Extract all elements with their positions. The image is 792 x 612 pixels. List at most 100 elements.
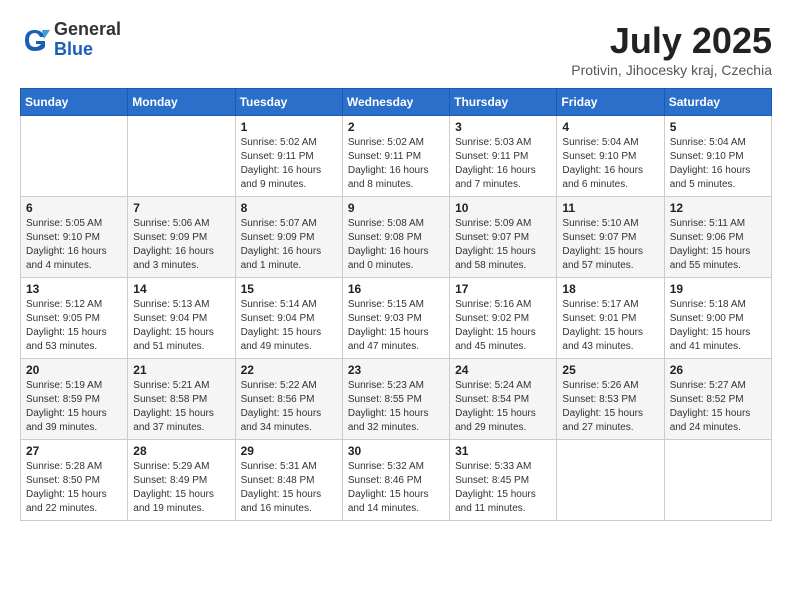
calendar-cell [557,440,664,521]
calendar-cell: 16 Sunrise: 5:15 AM Sunset: 9:03 PM Dayli… [342,278,449,359]
calendar-table: SundayMondayTuesdayWednesdayThursdayFrid… [20,88,772,521]
day-info: Sunrise: 5:22 AM Sunset: 8:56 PM Dayligh… [241,379,337,435]
day-info: Sunrise: 5:05 AM Sunset: 9:10 PM Dayligh… [26,217,122,273]
day-info: Sunrise: 5:08 AM Sunset: 9:08 PM Dayligh… [348,217,444,273]
day-info: Sunrise: 5:16 AM Sunset: 9:02 PM Dayligh… [455,298,551,354]
calendar-cell: 27Sunrise: 5:28 AM Sunset: 8:50 PM Dayli… [21,440,128,521]
day-info: Sunrise: 5:27 AM Sunset: 8:52 PM Dayligh… [670,379,766,435]
day-number: 19 [670,282,766,296]
logo-icon [20,25,50,55]
day-number: 20 [26,363,122,377]
day-info: Sunrise: 5:06 AM Sunset: 9:09 PM Dayligh… [133,217,229,273]
day-number: 22 [241,363,337,377]
column-header-sunday: Sunday [21,89,128,116]
day-info: Sunrise: 5:04 AM Sunset: 9:10 PM Dayligh… [670,136,766,192]
location-title: Protivin, Jihocesky kraj, Czechia [571,62,772,78]
calendar-cell: 3Sunrise: 5:03 AM Sunset: 9:11 PM Daylig… [450,116,557,197]
day-number: 1 [241,120,337,134]
calendar-cell: 12 Sunrise: 5:11 AM Sunset: 9:06 PM Dayli… [664,197,771,278]
day-number: 30 [348,444,444,458]
calendar-cell: 30 Sunrise: 5:32 AM Sunset: 8:46 PM Dayli… [342,440,449,521]
day-number: 29 [241,444,337,458]
day-info: Sunrise: 5:23 AM Sunset: 8:55 PM Dayligh… [348,379,444,435]
day-number: 24 [455,363,551,377]
day-info: Sunrise: 5:03 AM Sunset: 9:11 PM Dayligh… [455,136,551,192]
calendar-cell: 6 Sunrise: 5:05 AM Sunset: 9:10 PM Daylig… [21,197,128,278]
day-info: Sunrise: 5:09 AM Sunset: 9:07 PM Dayligh… [455,217,551,273]
day-number: 14 [133,282,229,296]
calendar-cell [21,116,128,197]
day-number: 2 [348,120,444,134]
day-info: Sunrise: 5:11 AM Sunset: 9:06 PM Dayligh… [670,217,766,273]
day-number: 18 [562,282,658,296]
column-header-thursday: Thursday [450,89,557,116]
day-info: Sunrise: 5:29 AM Sunset: 8:49 PM Dayligh… [133,460,229,516]
calendar-cell [128,116,235,197]
calendar-cell: 22 Sunrise: 5:22 AM Sunset: 8:56 PM Dayli… [235,359,342,440]
column-header-friday: Friday [557,89,664,116]
day-number: 6 [26,201,122,215]
column-header-tuesday: Tuesday [235,89,342,116]
calendar-cell: 2 Sunrise: 5:02 AM Sunset: 9:11 PM Daylig… [342,116,449,197]
calendar-cell: 9 Sunrise: 5:08 AM Sunset: 9:08 PM Daylig… [342,197,449,278]
day-number: 4 [562,120,658,134]
day-info: Sunrise: 5:02 AM Sunset: 9:11 PM Dayligh… [348,136,444,192]
calendar-cell: 18Sunrise: 5:17 AM Sunset: 9:01 PM Dayli… [557,278,664,359]
day-number: 13 [26,282,122,296]
day-info: Sunrise: 5:12 AM Sunset: 9:05 PM Dayligh… [26,298,122,354]
day-info: Sunrise: 5:10 AM Sunset: 9:07 PM Dayligh… [562,217,658,273]
calendar-cell: 23 Sunrise: 5:23 AM Sunset: 8:55 PM Dayli… [342,359,449,440]
day-number: 23 [348,363,444,377]
calendar-cell: 24Sunrise: 5:24 AM Sunset: 8:54 PM Dayli… [450,359,557,440]
month-title: July 2025 [571,20,772,62]
calendar-cell: 1Sunrise: 5:02 AM Sunset: 9:11 PM Daylig… [235,116,342,197]
day-number: 5 [670,120,766,134]
day-info: Sunrise: 5:19 AM Sunset: 8:59 PM Dayligh… [26,379,122,435]
day-info: Sunrise: 5:18 AM Sunset: 9:00 PM Dayligh… [670,298,766,354]
calendar-cell: 25Sunrise: 5:26 AM Sunset: 8:53 PM Dayli… [557,359,664,440]
calendar-cell: 7 Sunrise: 5:06 AM Sunset: 9:09 PM Daylig… [128,197,235,278]
day-info: Sunrise: 5:33 AM Sunset: 8:45 PM Dayligh… [455,460,551,516]
calendar-cell [664,440,771,521]
calendar-cell: 19 Sunrise: 5:18 AM Sunset: 9:00 PM Dayli… [664,278,771,359]
calendar-week-row: 1 Sunrise: 5:02 AM Sunset: 9:11 PM Daylig… [21,116,772,197]
calendar-cell: 21 Sunrise: 5:21 AM Sunset: 8:58 PM Dayli… [128,359,235,440]
title-area: July 2025 Protivin, Jihocesky kraj, Czec… [571,20,772,78]
logo-blue-text: Blue [54,40,121,60]
day-number: 21 [133,363,229,377]
day-number: 10 [455,201,551,215]
day-info: Sunrise: 5:13 AM Sunset: 9:04 PM Dayligh… [133,298,229,354]
day-number: 9 [348,201,444,215]
calendar-week-row: 20 Sunrise: 5:19 AM Sunset: 8:59 PM Dayli… [21,359,772,440]
day-number: 16 [348,282,444,296]
calendar-cell: 11 Sunrise: 5:10 AM Sunset: 9:07 PM Dayli… [557,197,664,278]
day-number: 11 [562,201,658,215]
day-number: 17 [455,282,551,296]
calendar-cell: 10 Sunrise: 5:09 AM Sunset: 9:07 PM Dayli… [450,197,557,278]
day-info: Sunrise: 5:28 AM Sunset: 8:50 PM Dayligh… [26,460,122,516]
day-number: 7 [133,201,229,215]
calendar-header-row: SundayMondayTuesdayWednesdayThursdayFrid… [21,89,772,116]
day-info: Sunrise: 5:32 AM Sunset: 8:46 PM Dayligh… [348,460,444,516]
calendar-cell: 15Sunrise: 5:14 AM Sunset: 9:04 PM Dayli… [235,278,342,359]
calendar-cell: 31Sunrise: 5:33 AM Sunset: 8:45 PM Dayli… [450,440,557,521]
calendar-cell: 14 Sunrise: 5:13 AM Sunset: 9:04 PM Dayli… [128,278,235,359]
calendar-week-row: 27Sunrise: 5:28 AM Sunset: 8:50 PM Dayli… [21,440,772,521]
day-info: Sunrise: 5:21 AM Sunset: 8:58 PM Dayligh… [133,379,229,435]
day-info: Sunrise: 5:14 AM Sunset: 9:04 PM Dayligh… [241,298,337,354]
calendar-cell: 29Sunrise: 5:31 AM Sunset: 8:48 PM Dayli… [235,440,342,521]
page-header: General Blue July 2025 Protivin, Jihoces… [20,20,772,78]
day-number: 12 [670,201,766,215]
calendar-week-row: 6 Sunrise: 5:05 AM Sunset: 9:10 PM Daylig… [21,197,772,278]
day-number: 28 [133,444,229,458]
logo-text: General Blue [54,20,121,60]
column-header-monday: Monday [128,89,235,116]
calendar-cell: 26Sunrise: 5:27 AM Sunset: 8:52 PM Dayli… [664,359,771,440]
day-info: Sunrise: 5:15 AM Sunset: 9:03 PM Dayligh… [348,298,444,354]
column-header-wednesday: Wednesday [342,89,449,116]
calendar-cell: 4 Sunrise: 5:04 AM Sunset: 9:10 PM Daylig… [557,116,664,197]
day-info: Sunrise: 5:07 AM Sunset: 9:09 PM Dayligh… [241,217,337,273]
day-info: Sunrise: 5:04 AM Sunset: 9:10 PM Dayligh… [562,136,658,192]
calendar-cell: 8Sunrise: 5:07 AM Sunset: 9:09 PM Daylig… [235,197,342,278]
day-info: Sunrise: 5:26 AM Sunset: 8:53 PM Dayligh… [562,379,658,435]
